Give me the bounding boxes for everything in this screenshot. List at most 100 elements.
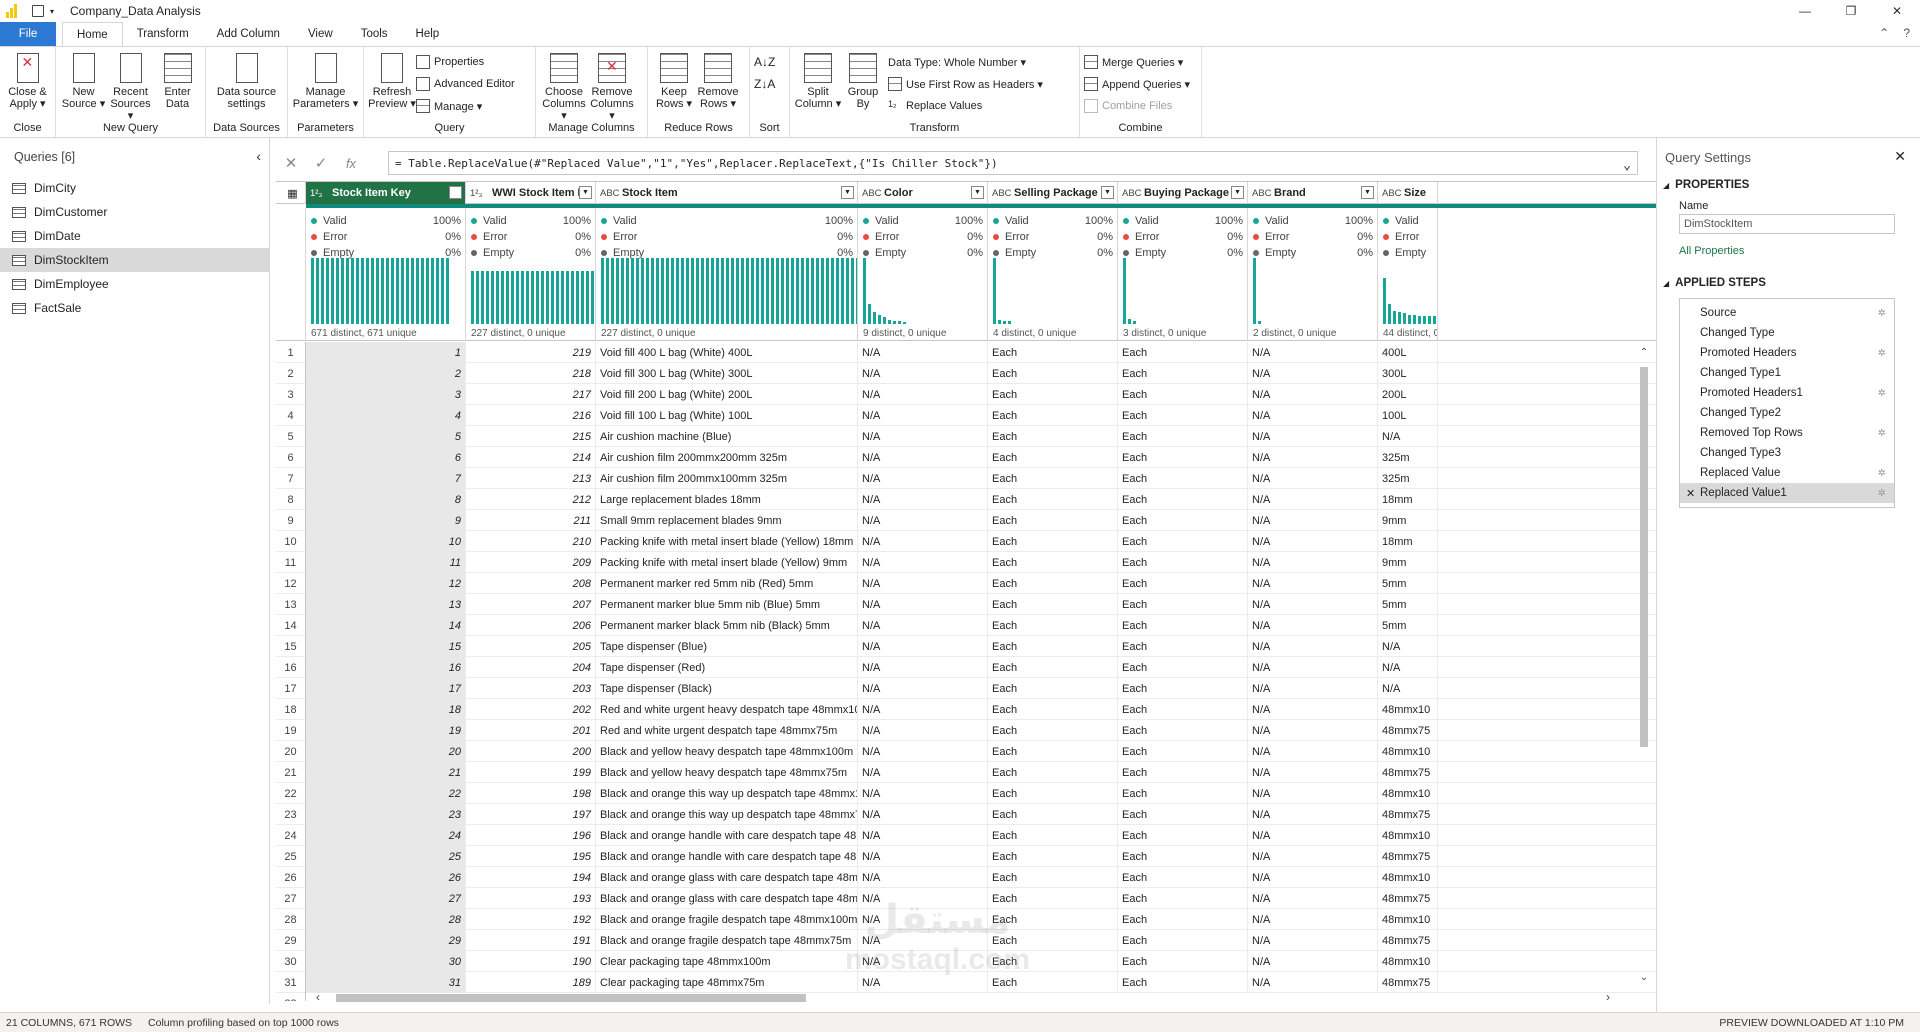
table-row[interactable]: 26 26 194 Black and orange glass with care …: [276, 867, 1656, 888]
table-cell[interactable]: Red and white urgent despatch tape 48mmx…: [596, 720, 858, 741]
table-cell[interactable]: N/A: [858, 846, 988, 867]
table-cell[interactable]: 29: [306, 930, 466, 951]
table-cell[interactable]: N/A: [858, 447, 988, 468]
restore-icon[interactable]: ❐: [1828, 0, 1874, 22]
query-item[interactable]: DimCity: [0, 176, 269, 200]
applied-step[interactable]: Changed Type: [1680, 323, 1894, 343]
table-cell[interactable]: Red and white urgent heavy despatch tape…: [596, 699, 858, 720]
table-cell[interactable]: N/A: [858, 825, 988, 846]
table-cell[interactable]: 5mm: [1378, 615, 1438, 636]
applied-step[interactable]: Changed Type2: [1680, 403, 1894, 423]
tab-add-column[interactable]: Add Column: [203, 22, 294, 46]
manage-parameters-button[interactable]: Manage Parameters ▾: [292, 51, 359, 110]
table-cell[interactable]: Black and orange handle with care despat…: [596, 846, 858, 867]
delete-step-icon[interactable]: ✕: [1686, 487, 1695, 500]
table-cell[interactable]: Void fill 100 L bag (White) 100L: [596, 405, 858, 426]
column-header[interactable]: ABC Buying Package ▼: [1118, 182, 1248, 204]
table-cell[interactable]: N/A: [1248, 363, 1378, 384]
table-row[interactable]: 22 22 198 Black and orange this way up desp…: [276, 783, 1656, 804]
table-cell[interactable]: 300L: [1378, 363, 1438, 384]
scroll-up-icon[interactable]: ⌃: [1637, 347, 1651, 358]
table-cell[interactable]: 48mmx75: [1378, 972, 1438, 993]
table-cell[interactable]: Each: [988, 741, 1118, 762]
column-header[interactable]: ABC Stock Item ▼: [596, 182, 858, 204]
table-cell[interactable]: N/A: [1248, 972, 1378, 993]
table-cell[interactable]: Permanent marker blue 5mm nib (Blue) 5mm: [596, 594, 858, 615]
table-cell[interactable]: 325m: [1378, 468, 1438, 489]
table-cell[interactable]: N/A: [1248, 930, 1378, 951]
table-cell[interactable]: 31: [306, 972, 466, 993]
column-type-icon[interactable]: ABC: [862, 188, 882, 199]
table-cell[interactable]: Each: [988, 783, 1118, 804]
table-cell[interactable]: 48mmx10: [1378, 825, 1438, 846]
table-cell[interactable]: Each: [988, 489, 1118, 510]
table-cell[interactable]: 216: [466, 405, 596, 426]
table-cell[interactable]: 100L: [1378, 405, 1438, 426]
table-cell[interactable]: Tape dispenser (Red): [596, 657, 858, 678]
table-cell[interactable]: N/A: [858, 573, 988, 594]
table-cell[interactable]: Permanent marker black 5mm nib (Black) 5…: [596, 615, 858, 636]
table-cell[interactable]: 18mm: [1378, 489, 1438, 510]
column-type-icon[interactable]: ABC: [992, 188, 1012, 199]
table-cell[interactable]: N/A: [858, 678, 988, 699]
scroll-down-icon[interactable]: ⌄: [1637, 972, 1651, 983]
table-cell[interactable]: Clear packaging tape 48mmx75m: [596, 972, 858, 993]
table-cell[interactable]: N/A: [858, 867, 988, 888]
table-cell[interactable]: 9mm: [1378, 510, 1438, 531]
table-row[interactable]: 16 16 204 Tape dispenser (Red) N/A Each Each N/…: [276, 657, 1656, 678]
table-cell[interactable]: 215: [466, 426, 596, 447]
distribution-chart[interactable]: [863, 258, 982, 324]
table-cell[interactable]: N/A: [1248, 531, 1378, 552]
cancel-formula-icon[interactable]: ✕: [276, 154, 306, 172]
table-row[interactable]: 7 7 213 Air cushion film 200mmx100mm 325m N/…: [276, 468, 1656, 489]
table-cell[interactable]: 48mmx10: [1378, 783, 1438, 804]
table-cell[interactable]: Air cushion film 200mmx200mm 325m: [596, 447, 858, 468]
table-menu-icon[interactable]: ▦: [276, 182, 306, 204]
table-cell[interactable]: 209: [466, 552, 596, 573]
table-cell[interactable]: 3: [306, 384, 466, 405]
table-cell[interactable]: 18: [306, 699, 466, 720]
refresh-preview-button[interactable]: Refresh Preview ▾: [368, 51, 416, 110]
table-cell[interactable]: Each: [988, 531, 1118, 552]
table-cell[interactable]: 204: [466, 657, 596, 678]
table-cell[interactable]: Void fill 400 L bag (White) 400L: [596, 342, 858, 363]
table-cell[interactable]: N/A: [1248, 510, 1378, 531]
distribution-chart[interactable]: [1383, 258, 1436, 324]
recent-sources-button[interactable]: Recent Sources ▾: [107, 51, 154, 122]
table-cell[interactable]: Each: [1118, 636, 1248, 657]
scroll-left-icon[interactable]: ‹: [316, 990, 320, 1004]
table-cell[interactable]: N/A: [1248, 888, 1378, 909]
table-cell[interactable]: Each: [988, 636, 1118, 657]
column-type-icon[interactable]: ABC: [600, 188, 620, 199]
distribution-chart[interactable]: [471, 258, 594, 324]
table-cell[interactable]: 48mmx10: [1378, 867, 1438, 888]
table-cell[interactable]: 202: [466, 699, 596, 720]
table-cell[interactable]: Black and orange glass with care despatc…: [596, 867, 858, 888]
table-cell[interactable]: N/A: [1248, 783, 1378, 804]
table-cell[interactable]: Each: [1118, 741, 1248, 762]
table-row[interactable]: 3 3 217 Void fill 200 L bag (White) 200L N/A…: [276, 384, 1656, 405]
applied-step[interactable]: Replaced Value ✲: [1680, 463, 1894, 483]
table-cell[interactable]: Tape dispenser (Blue): [596, 636, 858, 657]
table-cell[interactable]: 48mmx75: [1378, 888, 1438, 909]
distribution-chart[interactable]: [993, 258, 1112, 324]
table-cell[interactable]: N/A: [1248, 678, 1378, 699]
combine-files-button[interactable]: Combine Files: [1084, 97, 1190, 115]
table-cell[interactable]: Each: [1118, 699, 1248, 720]
table-row[interactable]: 14 14 206 Permanent marker black 5mm nib (B…: [276, 615, 1656, 636]
table-cell[interactable]: Each: [988, 426, 1118, 447]
query-item[interactable]: DimCustomer: [0, 200, 269, 224]
sort-ascending-icon[interactable]: A↓Z: [754, 53, 775, 71]
formula-input[interactable]: = Table.ReplaceValue(#"Replaced Value","…: [388, 151, 1638, 175]
table-cell[interactable]: 48mmx10: [1378, 909, 1438, 930]
table-cell[interactable]: N/A: [1248, 426, 1378, 447]
table-row[interactable]: 15 15 205 Tape dispenser (Blue) N/A Each Each N…: [276, 636, 1656, 657]
table-cell[interactable]: 192: [466, 909, 596, 930]
table-cell[interactable]: 191: [466, 930, 596, 951]
column-type-icon[interactable]: ABC: [1252, 188, 1272, 199]
table-cell[interactable]: 325m: [1378, 447, 1438, 468]
table-cell[interactable]: Each: [1118, 888, 1248, 909]
applied-step[interactable]: Promoted Headers ✲: [1680, 343, 1894, 363]
table-cell[interactable]: 4: [306, 405, 466, 426]
table-cell[interactable]: Each: [1118, 972, 1248, 993]
